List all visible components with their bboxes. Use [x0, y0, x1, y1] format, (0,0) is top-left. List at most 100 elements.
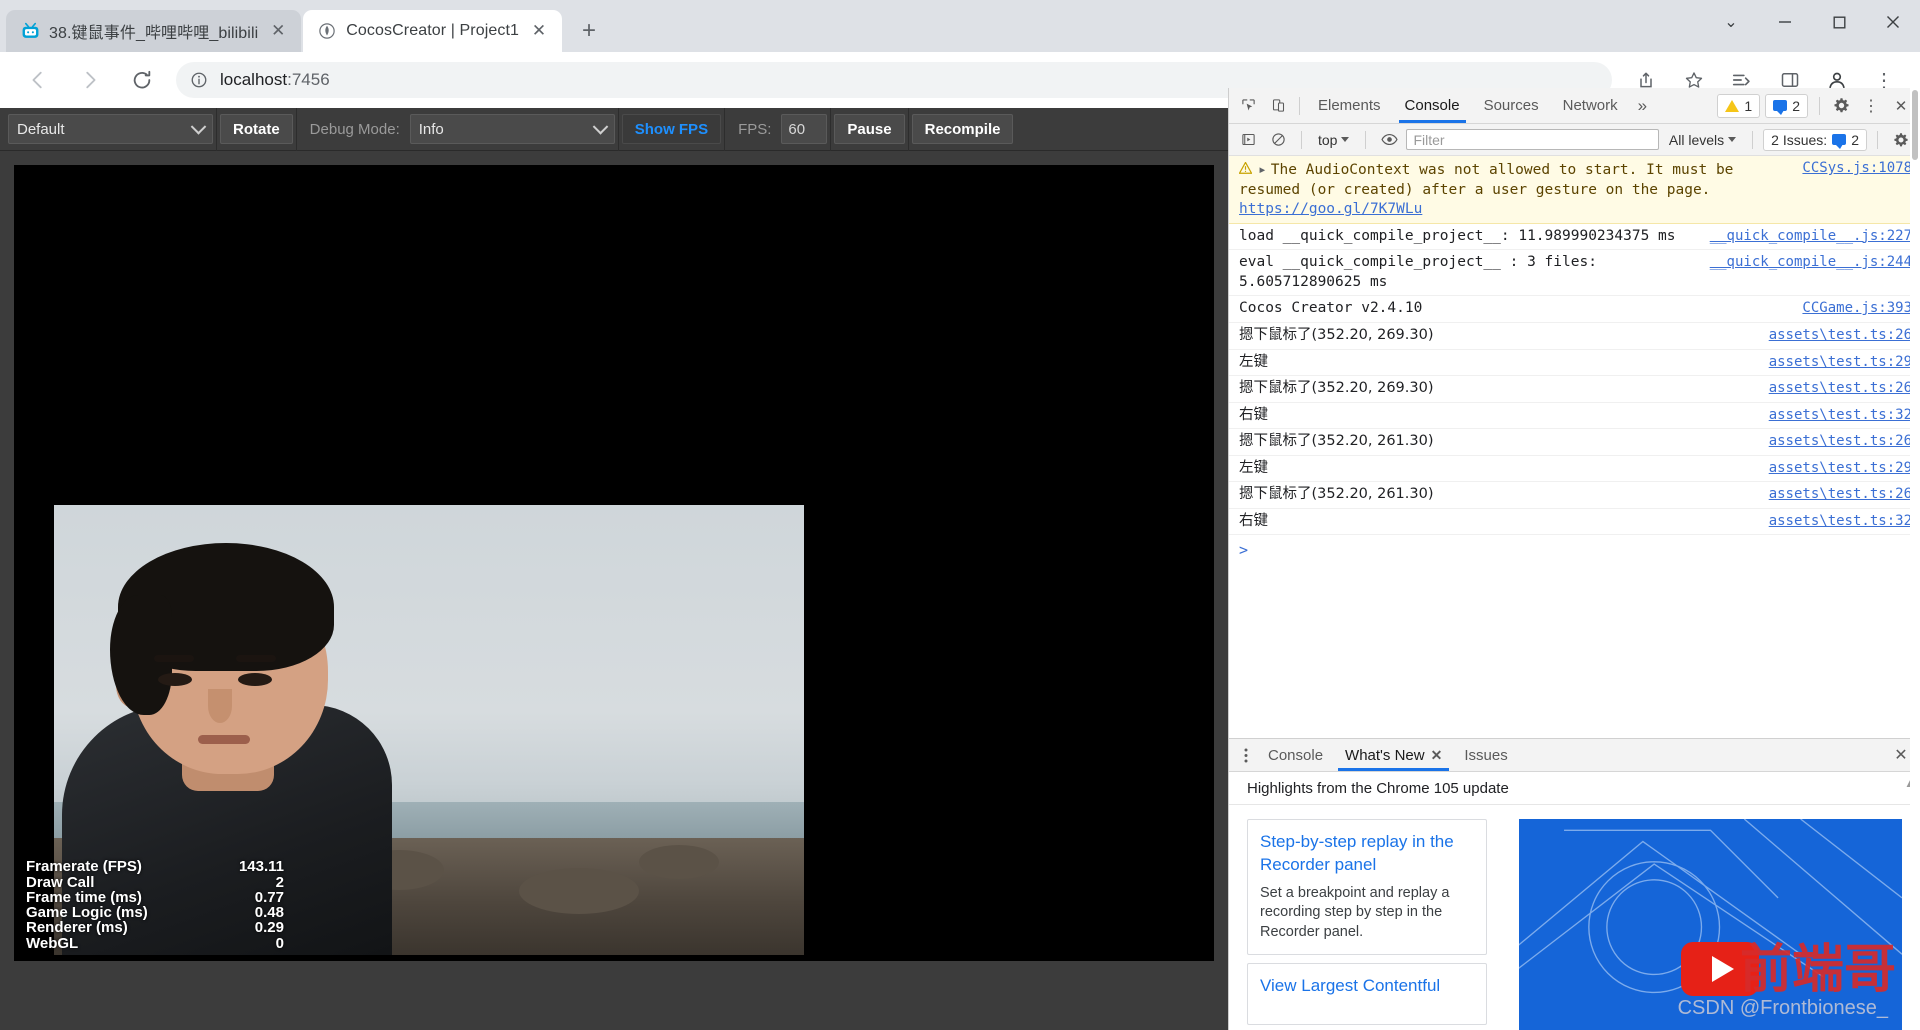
whats-new-card[interactable]: Step-by-step replay in the Recorder pane… [1247, 819, 1487, 955]
console-message[interactable]: 左键 assets\test.ts:29 [1229, 456, 1920, 483]
new-tab-button[interactable]: + [572, 14, 606, 48]
fps-input[interactable] [781, 114, 828, 144]
warnings-badge[interactable]: 1 [1717, 93, 1761, 118]
inspect-icon[interactable] [1233, 92, 1263, 120]
console-message-source[interactable]: __quick_compile__.js:244 [1710, 253, 1912, 272]
drawer-tab-console[interactable]: Console [1257, 739, 1334, 771]
message-bubble-icon [1832, 134, 1847, 149]
tab-strip: 38.键鼠事件_哔哩哔哩_bilibili ✕ CocosCreator | P… [0, 4, 606, 52]
console-message-source[interactable]: assets\test.ts:26 [1769, 379, 1912, 398]
console-prompt[interactable]: > [1229, 535, 1920, 565]
fps-stat-value: 143.11 [238, 858, 284, 876]
watermark-csdn: CSDN @Frontbionese_ [1677, 997, 1888, 1019]
console-filter-bar: top All levels 2 Issues: 2 [1229, 124, 1920, 246]
issues-button[interactable]: 2 Issues: 2 [1763, 128, 1867, 151]
browser-titlebar: 38.键鼠事件_哔哩哔哩_bilibili ✕ CocosCreator | P… [0, 0, 1920, 52]
toolbar-divider [295, 107, 297, 151]
drawer-tab-close-button[interactable]: ✕ [1431, 747, 1443, 764]
card-title[interactable]: Step-by-step replay in the Recorder pane… [1260, 831, 1474, 877]
rock [519, 868, 639, 915]
back-button[interactable] [18, 60, 58, 100]
fps-stat-row: Draw Call 2 [26, 874, 284, 890]
drawer-menu-button[interactable] [1235, 748, 1257, 763]
device-select[interactable]: Default [8, 114, 213, 144]
console-message-source[interactable]: assets\test.ts:32 [1769, 406, 1912, 425]
reload-button[interactable] [122, 60, 162, 100]
game-canvas[interactable]: Framerate (FPS) 143.11 Draw Call 2 Frame t… [14, 165, 1214, 961]
fps-stat-row: WebGL 0 [26, 935, 284, 951]
console-message[interactable]: 右键 assets\test.ts:32 [1229, 403, 1920, 430]
browser-tab-cocoscreator[interactable]: CocosCreator | Project1 ✕ [303, 10, 563, 52]
console-message[interactable]: 摁下鼠标了(352.20, 261.30) assets\test.ts:26 [1229, 429, 1920, 456]
tab-close-button[interactable]: ✕ [267, 20, 289, 42]
execution-context-select[interactable]: top [1312, 132, 1355, 148]
device-toolbar-icon[interactable] [1263, 92, 1293, 120]
debug-mode-label: Debug Mode: [309, 120, 400, 138]
tab-close-button[interactable]: ✕ [528, 20, 550, 42]
console-message[interactable]: load __quick_compile_project__: 11.98999… [1229, 224, 1920, 251]
devtools-tabbar: Elements Console Sources Network » 1 2 ⋮… [1229, 88, 1920, 124]
more-tabs-button[interactable]: » [1630, 92, 1655, 120]
console-message-text: 摁下鼠标了(352.20, 261.30) [1239, 433, 1434, 450]
console-message-text: load __quick_compile_project__: 11.98999… [1239, 227, 1676, 244]
devtools-menu-button[interactable]: ⋮ [1856, 92, 1886, 120]
log-level-select[interactable]: All levels [1663, 132, 1742, 148]
console-message[interactable]: 左键 assets\test.ts:29 [1229, 350, 1920, 377]
debug-mode-select[interactable]: Info [409, 114, 615, 144]
console-message[interactable]: 摁下鼠标了(352.20, 261.30) assets\test.ts:26 [1229, 482, 1920, 509]
debug-mode-select-wrapper[interactable]: Info [409, 114, 615, 144]
card-title[interactable]: View Largest Contentful [1260, 975, 1474, 998]
console-message[interactable]: 摁下鼠标了(352.20, 269.30) assets\test.ts:26 [1229, 323, 1920, 350]
console-message-source[interactable]: assets\test.ts:26 [1769, 485, 1912, 504]
devtools-scrollbar[interactable] [1910, 88, 1920, 1030]
bilibili-icon [20, 21, 40, 41]
console-message-source[interactable]: assets\test.ts:32 [1769, 512, 1912, 531]
pause-button[interactable]: Pause [834, 114, 905, 144]
rotate-button[interactable]: Rotate [220, 114, 293, 144]
console-message-source[interactable]: CCGame.js:393 [1802, 299, 1912, 318]
show-fps-button[interactable]: Show FPS [621, 114, 722, 144]
forward-button[interactable] [70, 60, 110, 100]
console-prompt-symbol: > [1239, 541, 1249, 560]
console-message[interactable]: 右键 assets\test.ts:32 [1229, 509, 1920, 536]
console-message-source[interactable]: assets\test.ts:29 [1769, 353, 1912, 372]
console-message-source[interactable]: CCSys.js:1078 [1802, 159, 1912, 178]
fps-stat-key: Renderer (ms) [26, 919, 128, 937]
expand-arrow-icon[interactable]: ▸ [1258, 162, 1267, 178]
console-message-list[interactable]: ▸ The AudioContext was not allowed to sta… [1229, 156, 1920, 738]
drawer-tab-whats-new[interactable]: What's New ✕ [1334, 739, 1453, 771]
tab-elements[interactable]: Elements [1306, 88, 1393, 123]
tab-sources[interactable]: Sources [1472, 88, 1551, 123]
console-message-source[interactable]: __quick_compile__.js:227 [1710, 227, 1912, 246]
execute-icon[interactable] [1235, 128, 1261, 152]
browser-tab-bilibili[interactable]: 38.键鼠事件_哔哩哔哩_bilibili ✕ [6, 10, 302, 52]
messages-badge[interactable]: 2 [1765, 93, 1808, 118]
warning-triangle-icon [1725, 99, 1740, 112]
message-link[interactable]: https://goo.gl/7K7WLu [1239, 201, 1422, 217]
drawer-tab-issues[interactable]: Issues [1453, 739, 1518, 771]
console-message[interactable]: eval __quick_compile_project__ : 3 files… [1229, 250, 1920, 297]
minimize-button[interactable] [1758, 0, 1812, 44]
gear-icon[interactable] [1826, 92, 1856, 120]
console-message-source[interactable]: assets\test.ts:29 [1769, 459, 1912, 478]
scrollbar-thumb[interactable] [1912, 90, 1918, 160]
console-message[interactable]: 摁下鼠标了(352.20, 269.30) assets\test.ts:26 [1229, 376, 1920, 403]
console-message-source[interactable]: assets\test.ts:26 [1769, 432, 1912, 451]
whats-new-card[interactable]: View Largest Contentful [1247, 962, 1487, 1025]
info-circle-icon[interactable] [190, 71, 208, 89]
console-filter-input[interactable] [1406, 129, 1659, 150]
maximize-button[interactable] [1812, 0, 1866, 44]
device-select-wrapper[interactable]: Default [8, 114, 213, 144]
whats-new-media[interactable]: 前端哥 CSDN @Frontbionese_ [1519, 819, 1902, 1030]
clear-console-icon[interactable] [1265, 128, 1291, 152]
close-window-button[interactable] [1866, 0, 1920, 44]
person-eye [158, 673, 192, 686]
console-message-warning[interactable]: ▸ The AudioContext was not allowed to sta… [1229, 156, 1920, 224]
console-message-source[interactable]: assets\test.ts:26 [1769, 326, 1912, 345]
chevron-down-icon[interactable]: ⌄ [1704, 0, 1758, 44]
live-expression-icon[interactable] [1376, 128, 1402, 152]
recompile-button[interactable]: Recompile [911, 114, 1014, 144]
tab-network[interactable]: Network [1551, 88, 1630, 123]
console-message[interactable]: Cocos Creator v2.4.10 CCGame.js:393 [1229, 296, 1920, 323]
tab-console[interactable]: Console [1393, 88, 1472, 123]
